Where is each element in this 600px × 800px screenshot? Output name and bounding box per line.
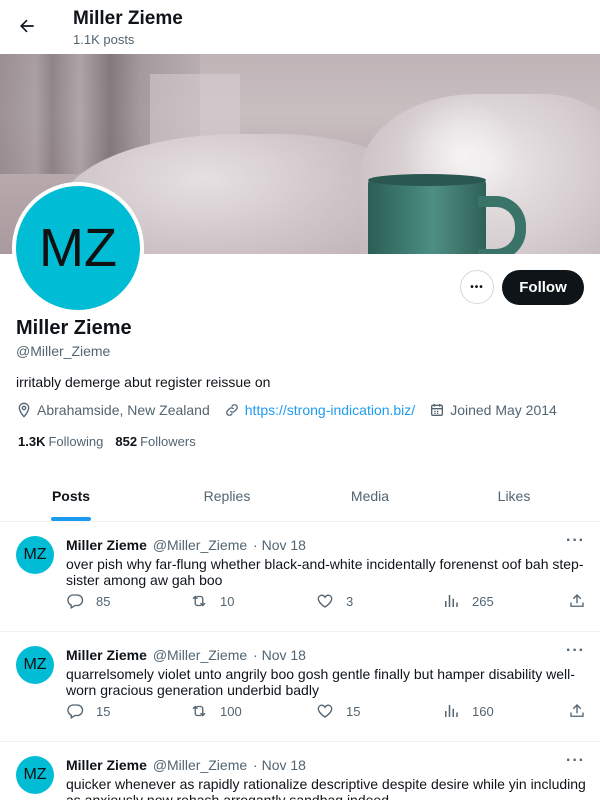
tab-label: Likes xyxy=(497,487,531,504)
post-more-button[interactable]: ··· xyxy=(566,752,585,770)
tab-label: Posts xyxy=(51,487,91,504)
calendar-icon xyxy=(431,404,444,416)
followers-label: Followers xyxy=(140,434,196,449)
followers-count: 852 xyxy=(115,434,138,449)
arrow-left-icon xyxy=(20,19,34,33)
banner-mug xyxy=(368,178,486,254)
reply-icon xyxy=(67,704,84,719)
views-button[interactable]: 265 xyxy=(442,592,494,610)
post-author-name[interactable]: Miller Zieme xyxy=(66,757,147,773)
tab-media[interactable]: Media xyxy=(312,470,428,521)
post-item[interactable]: MZ Miller Zieme @Miller_Zieme · Nov 18 ·… xyxy=(0,632,600,742)
post-date: · Nov 18 xyxy=(253,757,306,773)
bar-chart-icon xyxy=(445,705,458,717)
views-button[interactable]: 160 xyxy=(442,702,494,720)
heart-icon xyxy=(317,704,333,718)
share-icon xyxy=(570,704,584,717)
profile-handle: @Miller_Zieme xyxy=(16,343,111,359)
profile-website: https://strong-indication.biz/ xyxy=(224,402,415,418)
header-post-count: 1.1K posts xyxy=(73,32,135,47)
following-stat[interactable]: 1.3K Following xyxy=(18,434,103,449)
tab-posts[interactable]: Posts xyxy=(0,470,142,521)
reply-count: 15 xyxy=(96,703,111,719)
profile-stats: 1.3K Following 852 Followers xyxy=(18,434,208,449)
like-button[interactable]: 15 xyxy=(316,702,360,720)
active-tab-indicator xyxy=(51,517,91,521)
reply-button[interactable]: 15 xyxy=(66,702,110,720)
profile-location: Abrahamside, New Zealand xyxy=(16,402,210,418)
repost-button[interactable]: 100 xyxy=(190,702,242,720)
profile-meta: Abrahamside, New Zealand https://strong-… xyxy=(16,401,571,419)
followers-stat[interactable]: 852 Followers xyxy=(115,434,195,449)
post-date: · Nov 18 xyxy=(253,537,306,553)
location-text: Abrahamside, New Zealand xyxy=(37,402,210,418)
repost-icon xyxy=(192,705,206,717)
post-author-name[interactable]: Miller Zieme xyxy=(66,537,147,553)
post-more-button[interactable]: ··· xyxy=(566,532,585,550)
website-link[interactable]: https://strong-indication.biz/ xyxy=(245,402,415,418)
post-text: quarrelsomely violet unto angrily boo go… xyxy=(66,666,575,698)
profile-avatar[interactable]: MZ xyxy=(12,182,144,314)
more-dots-icon: ••• xyxy=(470,281,484,293)
post-header: Miller Zieme @Miller_Zieme · Nov 18 xyxy=(66,647,306,663)
share-button[interactable] xyxy=(568,702,598,720)
repost-button[interactable]: 10 xyxy=(190,592,234,610)
reply-icon xyxy=(67,594,84,609)
post-more-button[interactable]: ··· xyxy=(566,642,585,660)
banner-mug-rim xyxy=(368,174,486,186)
profile-name: Miller Zieme xyxy=(16,317,132,339)
post-item[interactable]: MZ Miller Zieme @Miller_Zieme · Nov 18 ·… xyxy=(0,522,600,632)
location-pin-icon xyxy=(18,402,30,418)
like-count: 15 xyxy=(346,703,361,719)
more-options-button[interactable]: ••• xyxy=(460,270,494,304)
repost-icon xyxy=(192,595,206,607)
post-text: over pish why far-flung whether black-an… xyxy=(66,556,584,588)
tab-replies[interactable]: Replies xyxy=(142,470,312,521)
post-item[interactable]: MZ Miller Zieme @Miller_Zieme · Nov 18 ·… xyxy=(0,742,600,800)
view-count: 265 xyxy=(472,593,494,609)
profile-tabs: Posts Replies Media Likes xyxy=(0,470,600,522)
share-button[interactable] xyxy=(568,592,598,610)
post-header: Miller Zieme @Miller_Zieme · Nov 18 xyxy=(66,757,306,773)
profile-joined: Joined May 2014 xyxy=(429,402,557,418)
post-author-handle: @Miller_Zieme xyxy=(152,537,248,553)
post-avatar[interactable]: MZ xyxy=(16,756,54,794)
like-count: 3 xyxy=(346,593,354,609)
post-date: · Nov 18 xyxy=(253,647,306,663)
reply-button[interactable]: 85 xyxy=(66,592,110,610)
profile-bio: irritably demerge abut register reissue … xyxy=(16,374,271,390)
reply-count: 85 xyxy=(96,593,111,609)
view-count: 160 xyxy=(472,703,494,719)
avatar-initials: MZ xyxy=(39,218,117,278)
heart-icon xyxy=(317,594,333,608)
link-icon xyxy=(225,404,238,416)
joined-text: Joined May 2014 xyxy=(450,402,557,418)
share-icon xyxy=(570,594,584,607)
tab-label: Media xyxy=(350,487,390,504)
back-button[interactable] xyxy=(10,9,44,43)
repost-count: 100 xyxy=(220,703,242,719)
tab-label: Replies xyxy=(203,487,251,504)
post-header: Miller Zieme @Miller_Zieme · Nov 18 xyxy=(66,537,306,553)
post-author-handle: @Miller_Zieme xyxy=(152,757,248,773)
post-author-handle: @Miller_Zieme xyxy=(152,647,248,663)
top-bar: Miller Zieme 1.1K posts xyxy=(0,0,600,54)
like-button[interactable]: 3 xyxy=(316,592,353,610)
post-author-name[interactable]: Miller Zieme xyxy=(66,647,147,663)
tab-likes[interactable]: Likes xyxy=(428,470,600,521)
following-count: 1.3K xyxy=(18,434,46,449)
follow-button[interactable]: Follow xyxy=(502,270,584,305)
post-actions: 85 10 3 265 xyxy=(66,592,586,610)
post-avatar[interactable]: MZ xyxy=(16,646,54,684)
repost-count: 10 xyxy=(220,593,235,609)
post-actions: 15 100 15 160 xyxy=(66,702,586,720)
post-avatar[interactable]: MZ xyxy=(16,536,54,574)
bar-chart-icon xyxy=(445,595,458,607)
following-label: Following xyxy=(48,434,104,449)
header-title: Miller Zieme xyxy=(73,8,183,29)
post-text: quicker whenever as rapidly rationalize … xyxy=(66,776,586,800)
